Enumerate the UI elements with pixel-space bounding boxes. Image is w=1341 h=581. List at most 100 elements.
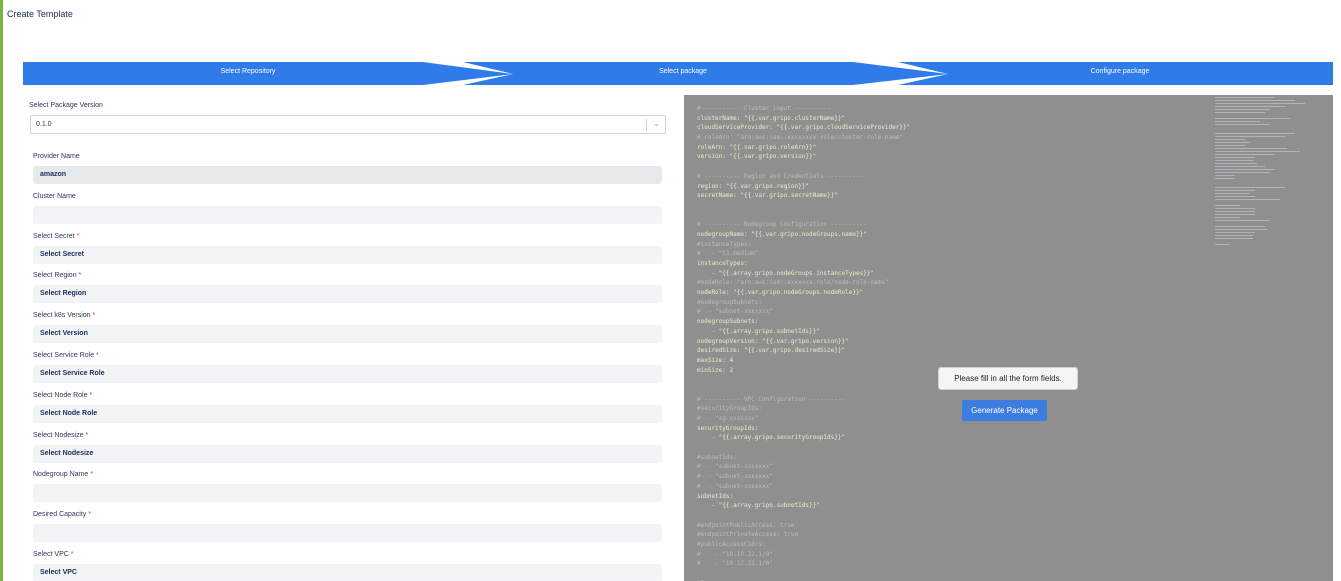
required-asterisk: * [88, 511, 91, 519]
field-label: Select k8s Version * [33, 312, 95, 319]
required-asterisk: * [78, 272, 82, 280]
field-label: Nodegroup Name * [33, 471, 93, 478]
form-field-input[interactable]: Select Service Role [33, 365, 662, 383]
code-line: nodegroupVersion: "{{.var.gripo.version}… [697, 337, 849, 345]
field-label: Cluster Name [33, 193, 76, 200]
code-line: minSize: 2 [697, 366, 734, 374]
form-field-input[interactable]: Select Secret [33, 245, 662, 264]
code-line: nodegroupSubnets: [697, 318, 759, 326]
code-line: # - "subnet-xxxxxxx" [697, 308, 773, 316]
code-line: #endpointPublicAccess: true [697, 521, 795, 529]
code-line: clusterName: "{{.var.gripo.clusterName}}… [697, 114, 846, 122]
code-line: # roleArn: "arn:aws:iam::xxxxxxxx:role/c… [697, 134, 903, 142]
required-asterisk: * [76, 232, 80, 240]
required-asterisk: * [89, 391, 93, 399]
code-line: - "{{.array.gripo.nodeGroups.instanceTyp… [697, 269, 875, 277]
field-value: Select Nodesize [40, 449, 94, 457]
field-label-text: Nodegroup Name [33, 471, 89, 479]
page-title: Create Template [7, 9, 73, 19]
code-line: roleArn: "{{.var.gripo.roleArn}}" [697, 143, 817, 151]
code-line: #subnetIds: [697, 453, 737, 461]
code-line: region: "{{.var.gripo.region}}" [697, 182, 809, 190]
form-field-input[interactable] [33, 205, 662, 224]
field-label-text: Provider Name [33, 153, 80, 160]
required-asterisk: * [70, 551, 74, 558]
field-label-text: Select VPC [33, 551, 69, 558]
form-field-input[interactable]: Select VPC [33, 564, 662, 581]
field-label: Select VPC * [33, 551, 73, 558]
form-field-input[interactable]: Select Version [33, 325, 662, 344]
code-line: nodegroupName: "{{.var.gripo.nodeGroups.… [697, 230, 867, 238]
code-line: maxSize: 4 [697, 356, 734, 364]
field-value: Select Node Role [40, 409, 98, 417]
code-line: secretName: "{{.var.gripo.secretName}}" [697, 192, 838, 200]
step-configure-package[interactable]: Configure package [1045, 68, 1195, 75]
required-asterisk: * [92, 312, 96, 320]
code-line: #nodegroupSubnets: [697, 298, 763, 306]
code-line: - "{{.array.gripo.securityGroupIds}}" [697, 434, 846, 442]
code-line: subnetIds: [697, 492, 734, 500]
code-line: # - "10.10.22.1/0" [697, 550, 773, 558]
field-label: Select Nodesize * [33, 432, 88, 439]
code-line: # - "t3.medium" [697, 250, 759, 258]
code-line: instanceTypes: [697, 260, 748, 267]
select-divider [646, 119, 647, 131]
code-line: cloudServiceProvider: "{{.var.gripo.clou… [697, 124, 911, 132]
code-line: - "{{.array.gripo.subnetIds}}" [697, 502, 820, 510]
left-accent-bar [0, 0, 3, 581]
form-field-input[interactable] [33, 484, 662, 503]
code-line: nodeRole: "{{.var.gripo.nodeGroups.nodeR… [697, 289, 864, 297]
required-asterisk: * [96, 352, 99, 359]
step-select-repository[interactable]: Select Repository [173, 68, 323, 75]
field-label: Select Node Role * [33, 392, 92, 399]
code-line: #endpointPrivateAccess: true [697, 531, 799, 539]
field-value: Select Service Role [40, 370, 105, 377]
form-field-input[interactable]: Select Node Role [33, 404, 662, 423]
field-label: Select Service Role * [33, 352, 99, 359]
code-line: # ---------- VPC Configuration ---------… [697, 395, 846, 403]
form-field-input[interactable] [33, 524, 662, 543]
chevron-down-icon[interactable]: ⌄ [653, 119, 660, 128]
field-value: amazon [40, 171, 67, 178]
required-asterisk: * [90, 471, 93, 479]
field-label: Desired Capacity * [33, 511, 91, 518]
package-version-select[interactable]: 0.1.0 ⌄ [30, 115, 666, 134]
field-label-text: Select Region [33, 272, 77, 280]
field-label-text: Select Node Role [33, 391, 88, 399]
code-line: desiredSize: "{{.var.gripo.desiredSize}}… [697, 347, 846, 355]
code-line: # - "subnet-xxxxxxx" [697, 473, 773, 481]
form-field-input[interactable]: Select Region [33, 285, 662, 304]
code-line: #securityGroupIds: [697, 405, 763, 413]
field-label: Select Secret * [33, 233, 79, 240]
code-line: # - "sg-xxxxxxx" [697, 415, 759, 422]
code-line: # - "subnet-xxxxxxx" [697, 463, 773, 471]
field-value: Select Secret [40, 250, 84, 258]
field-label-text: Select k8s Version [33, 312, 91, 320]
field-value: Select Version [40, 330, 88, 338]
step-select-package[interactable]: Select package [608, 68, 758, 75]
field-label-text: Select Nodesize [33, 431, 84, 439]
code-preview-panel: # ---------- Cluster input ---------- clu… [684, 95, 1333, 581]
field-label: Provider Name [33, 153, 80, 160]
generate-package-button[interactable]: Generate Package [962, 400, 1047, 421]
form-field-input[interactable]: amazon [33, 166, 662, 184]
required-asterisk: * [85, 431, 89, 439]
field-label-text: Desired Capacity [33, 511, 87, 519]
field-value: Select Region [40, 290, 87, 298]
yaml-code-preview: # ---------- Cluster input ---------- clu… [697, 104, 910, 581]
code-line: securityGroupIds: [697, 424, 759, 432]
package-version-label: Select Package Version [29, 102, 103, 109]
field-label: Select Region * [33, 272, 81, 279]
field-label-text: Select Secret [33, 232, 75, 240]
field-label-text: Select Service Role [33, 352, 95, 359]
package-version-value: 0.1.0 [36, 121, 52, 128]
code-line: version: "{{.var.gripo.version}}" [697, 153, 817, 161]
form-field-input[interactable]: Select Nodesize [33, 444, 662, 463]
